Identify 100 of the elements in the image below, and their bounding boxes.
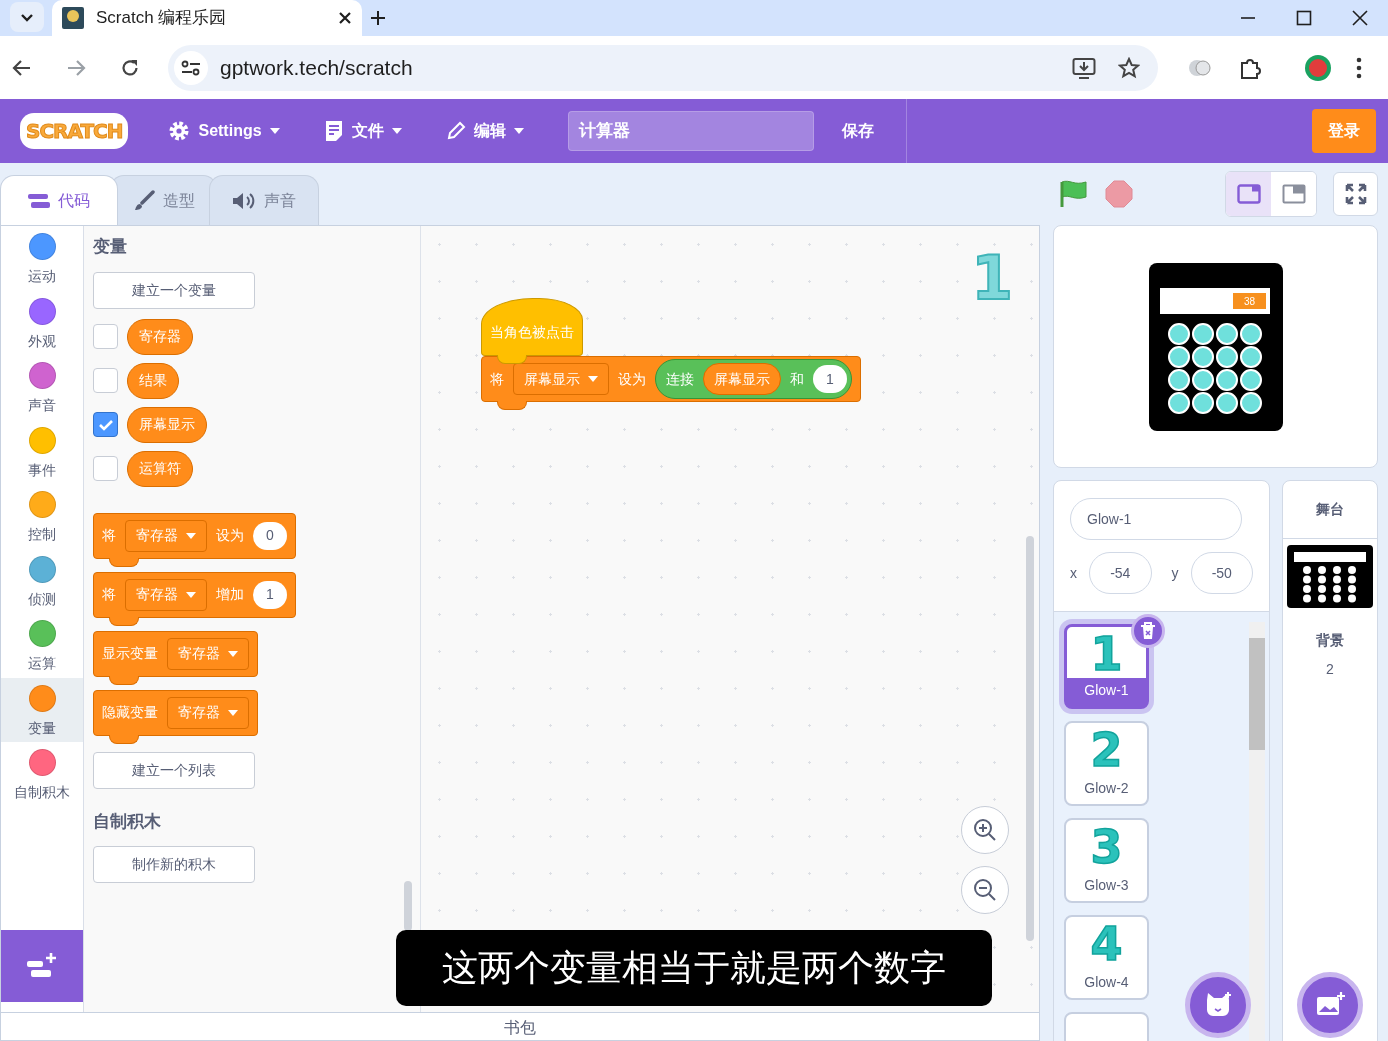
editor-tab[interactable]: 代码 bbox=[0, 175, 118, 225]
brush-icon bbox=[132, 189, 155, 212]
tab-title: Scratch 编程乐园 bbox=[96, 7, 227, 30]
number-input[interactable]: 0 bbox=[253, 521, 287, 550]
extension-blocks-icon bbox=[27, 953, 57, 979]
category-item[interactable]: 外观 bbox=[1, 290, 83, 355]
category-heading: 自制积木 bbox=[93, 810, 161, 833]
menu-button[interactable]: 文件 bbox=[323, 119, 402, 143]
caret-icon bbox=[228, 650, 238, 657]
file-icon bbox=[323, 120, 344, 142]
more-icon[interactable] bbox=[1356, 56, 1362, 79]
make-list-button[interactable]: 建立一个列表 bbox=[93, 751, 255, 789]
x-field[interactable]: -54 bbox=[1089, 552, 1152, 594]
y-label: y bbox=[1171, 563, 1179, 583]
category-item[interactable]: 运动 bbox=[1, 226, 83, 291]
y-field[interactable]: -50 bbox=[1190, 552, 1253, 594]
profile-icon[interactable] bbox=[1304, 53, 1332, 82]
pencil-icon bbox=[445, 121, 466, 141]
scrollbar-thumb[interactable] bbox=[1249, 638, 1265, 750]
category-heading: 变量 bbox=[93, 236, 127, 258]
number-input[interactable]: 1 bbox=[813, 365, 847, 393]
install-icon[interactable] bbox=[1072, 56, 1096, 79]
backpack-label[interactable]: 书包 bbox=[504, 1016, 536, 1040]
save-link[interactable]: 保存 bbox=[841, 119, 874, 143]
category-label: 自制积木 bbox=[14, 783, 70, 802]
sprite-card[interactable]: 1 Glow-1 bbox=[1064, 624, 1149, 709]
sprite-name: Glow-2 bbox=[1083, 779, 1130, 798]
subtitle-caption: 这两个变量相当于就是两个数字 bbox=[396, 930, 992, 1006]
fullscreen-button[interactable] bbox=[1333, 172, 1378, 216]
category-label: 侦测 bbox=[28, 589, 56, 609]
trash-icon bbox=[1140, 622, 1156, 640]
category-item[interactable]: 运算 bbox=[1, 613, 83, 678]
star-icon[interactable] bbox=[1118, 56, 1140, 79]
sprite-card[interactable]: 4 Glow-4 bbox=[1064, 915, 1149, 1000]
backdrop-thumbnail[interactable] bbox=[1287, 545, 1373, 608]
tab-list-button[interactable] bbox=[10, 2, 44, 32]
sprite-name-field[interactable]: Glow-1 bbox=[1070, 498, 1242, 540]
gear-icon bbox=[168, 120, 191, 142]
flag-icon[interactable] bbox=[1059, 180, 1089, 208]
block-label: 将 bbox=[102, 585, 116, 604]
category-label: 运算 bbox=[28, 654, 56, 673]
zoom-in-button[interactable] bbox=[961, 806, 1009, 854]
sprite-card[interactable]: 2 Glow-2 bbox=[1064, 721, 1149, 806]
category-item[interactable]: 侦测 bbox=[1, 548, 83, 613]
caret-icon bbox=[228, 709, 238, 716]
block-label: 连接 bbox=[666, 369, 694, 389]
speaker-icon bbox=[232, 191, 256, 210]
checkbox[interactable] bbox=[93, 412, 118, 437]
category-item[interactable]: 事件 bbox=[1, 419, 83, 484]
close-icon[interactable] bbox=[338, 11, 352, 25]
scrollbar[interactable] bbox=[1026, 536, 1034, 941]
browser-tab[interactable]: Scratch 编程乐园 bbox=[52, 0, 362, 36]
block-label: 设为 bbox=[618, 369, 646, 389]
block-label: 将 bbox=[102, 526, 116, 545]
delete-button[interactable] bbox=[1131, 614, 1165, 648]
sprite-number-drawing: 1 bbox=[971, 248, 1013, 308]
stage-label: 舞台 bbox=[1316, 500, 1344, 519]
small-stage-button[interactable] bbox=[1226, 172, 1271, 216]
address-text[interactable]: gptwork.tech/scratch bbox=[220, 51, 413, 84]
make-variable-button[interactable]: 建立一个变量 bbox=[93, 271, 255, 309]
close-icon[interactable] bbox=[1352, 10, 1368, 26]
site-settings-icon[interactable] bbox=[181, 59, 201, 76]
check-icon bbox=[97, 418, 114, 431]
x-label: x bbox=[1070, 563, 1077, 583]
category-label: 外观 bbox=[28, 331, 56, 351]
forward-icon[interactable] bbox=[66, 57, 86, 78]
caret-icon bbox=[391, 128, 402, 134]
category-item[interactable]: 变量 bbox=[1, 677, 83, 742]
scrollbar[interactable] bbox=[404, 881, 412, 931]
join-reporter[interactable]: 连接 屏幕显示 和 1 bbox=[655, 359, 852, 399]
maximize-icon[interactable] bbox=[1296, 10, 1312, 26]
zoom-out-icon bbox=[972, 877, 998, 903]
caret-icon bbox=[513, 128, 524, 134]
block-label: 增加 bbox=[216, 585, 244, 604]
category-label: 控制 bbox=[28, 525, 56, 544]
sprite-card[interactable]: 3 Glow-3 bbox=[1064, 818, 1149, 903]
make-block-button[interactable]: 制作新的积木 bbox=[93, 846, 255, 883]
category-item[interactable]: 控制 bbox=[1, 484, 83, 549]
backdrop-count: 2 bbox=[1326, 660, 1334, 679]
zoom-in-icon bbox=[972, 817, 998, 843]
block-label: 将 bbox=[490, 369, 504, 389]
category-item[interactable]: 自制积木 bbox=[1, 742, 83, 807]
block-label: 当角色被点击 bbox=[490, 323, 574, 342]
new-tab-icon[interactable] bbox=[370, 10, 386, 26]
menu-button[interactable]: Settings bbox=[168, 119, 280, 143]
block-label: 和 bbox=[790, 369, 804, 389]
sprite-name: Glow-1 bbox=[1067, 678, 1146, 706]
add-extension-button[interactable] bbox=[1, 930, 83, 1002]
back-icon[interactable] bbox=[12, 57, 32, 78]
sprite-name: Glow-4 bbox=[1083, 973, 1130, 992]
block-label: 显示变量 bbox=[102, 644, 158, 663]
costume-digit: 4 bbox=[1090, 921, 1123, 967]
caret-icon bbox=[588, 376, 598, 382]
category-item[interactable]: 声音 bbox=[1, 355, 83, 420]
reload-icon[interactable] bbox=[120, 57, 140, 78]
zoom-out-button[interactable] bbox=[961, 866, 1009, 914]
block-label: 隐藏变量 bbox=[102, 703, 158, 722]
number-input[interactable]: 1 bbox=[253, 580, 287, 609]
backdrop-label: 背景 bbox=[1316, 631, 1344, 650]
menu-button[interactable]: 编辑 bbox=[445, 119, 524, 143]
